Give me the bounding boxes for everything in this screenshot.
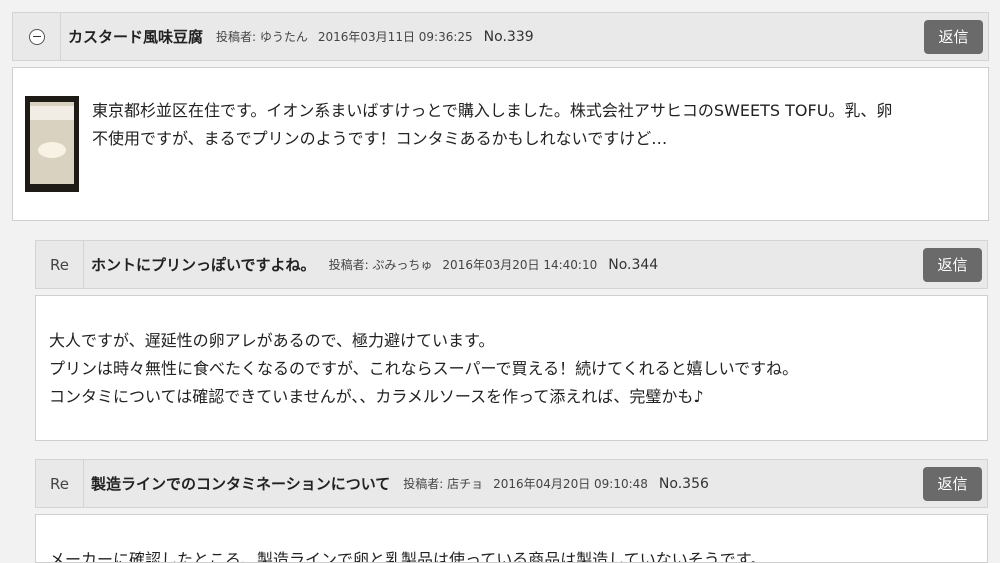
package-label	[30, 106, 74, 120]
body-line: 大人ですが、遅延性の卵アレがあるので、極力避けています。	[49, 331, 495, 350]
reply-button[interactable]: 返信	[923, 247, 982, 282]
post-number: No.356	[658, 475, 709, 492]
post-author: 投稿者: ゆうたん	[216, 30, 308, 44]
reply-indicator: Re	[36, 241, 84, 288]
post-356: Re 製造ラインでのコンタミネーションについて 投稿者: 店チョ 2016年04月…	[35, 459, 988, 563]
post-title: カスタード風味豆腐	[68, 28, 204, 46]
post-author: 投稿者: ぷみっちゅ	[328, 258, 433, 272]
body-line: メーカーに確認したところ、製造ラインで卵と乳製品は使っている商品は製造していない…	[49, 550, 767, 563]
post-body: メーカーに確認したところ、製造ラインで卵と乳製品は使っている商品は製造していない…	[35, 514, 988, 563]
reply-button[interactable]: 返信	[924, 19, 983, 54]
body-line: 不使用ですが、まるでプリンのようです！コンタミあるかもしれないですけど…	[92, 129, 668, 148]
re-label: Re	[50, 255, 69, 274]
post-number: No.339	[483, 28, 534, 45]
post-title: 製造ラインでのコンタミネーションについて	[91, 475, 391, 493]
post-header: Re 製造ラインでのコンタミネーションについて 投稿者: 店チョ 2016年04月…	[35, 459, 988, 508]
post-header: カスタード風味豆腐 投稿者: ゆうたん 2016年03月11日 09:36:25 …	[12, 12, 989, 61]
post-datetime: 2016年03月20日 14:40:10	[442, 258, 598, 272]
pudding-bowl-image	[38, 142, 66, 158]
reply-indicator: Re	[36, 460, 84, 507]
post-meta: 投稿者: 店チョ 2016年04月20日 09:10:48	[403, 475, 648, 492]
post-body: 東京都杉並区在住です。イオン系まいばすけっとで購入しました。株式会社アサヒコのS…	[12, 67, 989, 221]
post-body: 大人ですが、遅延性の卵アレがあるので、極力避けています。 プリンは時々無性に食べ…	[35, 295, 988, 441]
post-number: No.344	[608, 256, 659, 273]
body-line: プリンは時々無性に食べたくなるのですが、これならスーパーで買える！続けてくれると…	[49, 359, 799, 378]
post-344: Re ホントにプリンっぽいですよね。 投稿者: ぷみっちゅ 2016年03月20日…	[35, 240, 988, 441]
post-author: 投稿者: 店チョ	[403, 477, 484, 491]
minus-circle-icon[interactable]	[28, 28, 45, 45]
post-datetime: 2016年03月11日 09:36:25	[317, 30, 473, 44]
post-339: カスタード風味豆腐 投稿者: ゆうたん 2016年03月11日 09:36:25 …	[12, 12, 989, 221]
post-header: Re ホントにプリンっぽいですよね。 投稿者: ぷみっちゅ 2016年03月20日…	[35, 240, 988, 289]
reply-button[interactable]: 返信	[923, 466, 982, 501]
collapse-toggle[interactable]	[13, 13, 61, 60]
product-thumbnail[interactable]	[25, 96, 79, 192]
body-line: コンタミについては確認できていませんが、、カラメルソースを作って添えれば、完璧か…	[49, 387, 704, 406]
post-title: ホントにプリンっぽいですよね。	[91, 256, 316, 274]
re-label: Re	[50, 474, 69, 493]
post-datetime: 2016年04月20日 09:10:48	[493, 477, 648, 491]
post-meta: 投稿者: ぷみっちゅ 2016年03月20日 14:40:10	[329, 256, 598, 273]
body-line: 東京都杉並区在住です。イオン系まいばすけっとで購入しました。株式会社アサヒコのS…	[92, 101, 893, 120]
post-meta: 投稿者: ゆうたん 2016年03月11日 09:36:25	[216, 28, 473, 45]
